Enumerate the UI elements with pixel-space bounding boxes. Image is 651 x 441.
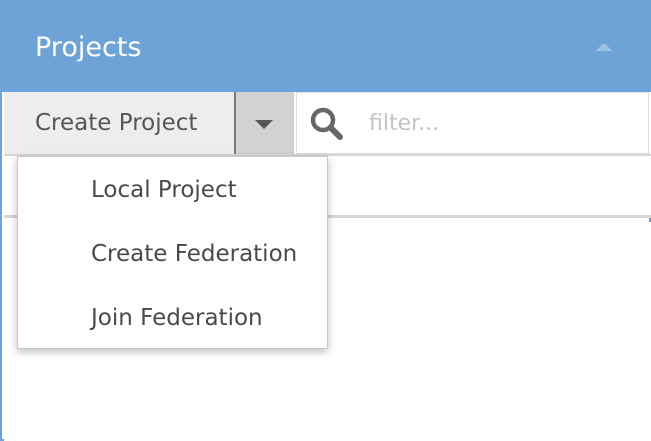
create-dropdown-toggle[interactable] [236,92,294,154]
toolbar: Create Project [4,92,651,154]
create-project-button[interactable]: Create Project [4,92,236,154]
create-project-label: Create Project [35,110,198,136]
menu-item-local-project[interactable]: Local Project [18,168,327,232]
create-project-menu: Local Project Create Federation Join Fed… [17,156,328,349]
menu-item-create-federation[interactable]: Create Federation [18,232,327,296]
panel-header: Projects [2,0,651,92]
filter-input[interactable] [369,105,629,141]
panel-title: Projects [35,32,142,63]
chevron-up-icon[interactable] [595,43,613,51]
search-icon [310,107,343,140]
search-box [296,92,649,154]
menu-item-join-federation[interactable]: Join Federation [18,296,327,360]
caret-down-icon [255,120,273,129]
